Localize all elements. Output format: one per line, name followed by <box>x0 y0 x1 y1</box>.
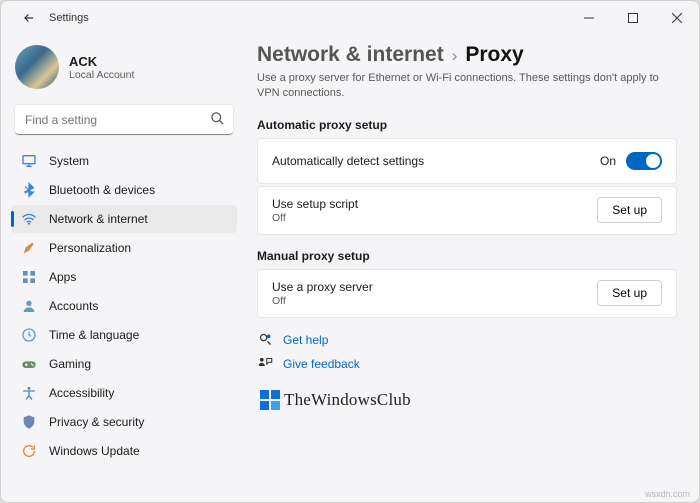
get-help-link[interactable]: Get help <box>257 332 677 348</box>
back-button[interactable] <box>15 4 43 32</box>
chevron-right-icon: › <box>452 46 458 66</box>
wifi-icon <box>21 211 37 227</box>
profile-name: ACK <box>69 54 134 69</box>
sidebar-item-label: System <box>49 154 89 168</box>
auto-detect-card[interactable]: Automatically detect settings On <box>257 138 677 184</box>
main-content: Network & internet › Proxy Use a proxy s… <box>247 35 699 502</box>
get-help-text: Get help <box>283 333 328 347</box>
sidebar-item-accounts[interactable]: Accounts <box>11 292 237 320</box>
settings-window: Settings ACK Local Account <box>0 0 700 503</box>
sidebar-item-accessibility[interactable]: Accessibility <box>11 379 237 407</box>
auto-proxy-group: Automatically detect settings On Use set… <box>257 138 677 235</box>
sidebar-item-label: Apps <box>49 270 76 284</box>
bluetooth-icon <box>21 182 37 198</box>
proxy-server-card[interactable]: Use a proxy server Off Set up <box>257 269 677 318</box>
sidebar-item-network-internet[interactable]: Network & internet <box>11 205 237 233</box>
sidebar: ACK Local Account System Bluetooth & devi… <box>1 35 247 502</box>
manual-proxy-group: Use a proxy server Off Set up <box>257 269 677 318</box>
help-links: Get help Give feedback <box>257 332 677 372</box>
update-icon <box>21 443 37 459</box>
arrow-left-icon <box>22 11 36 25</box>
source-attribution: wsxdn.com <box>645 489 690 499</box>
accessibility-icon <box>21 385 37 401</box>
breadcrumb-parent[interactable]: Network & internet <box>257 43 444 67</box>
page-description: Use a proxy server for Ethernet or Wi-Fi… <box>257 71 677 102</box>
gaming-icon <box>21 356 37 372</box>
sidebar-item-label: Bluetooth & devices <box>49 183 155 197</box>
give-feedback-text: Give feedback <box>283 357 360 371</box>
apps-icon <box>21 269 37 285</box>
sidebar-item-personalization[interactable]: Personalization <box>11 234 237 262</box>
setup-script-card[interactable]: Use setup script Off Set up <box>257 186 677 235</box>
auto-detect-label: Automatically detect settings <box>272 154 424 168</box>
close-button[interactable] <box>655 3 699 33</box>
setup-script-status: Off <box>272 212 358 224</box>
window-title: Settings <box>49 12 89 24</box>
setup-script-button[interactable]: Set up <box>597 197 662 223</box>
profile-account-type: Local Account <box>69 69 134 81</box>
sidebar-item-bluetooth-devices[interactable]: Bluetooth & devices <box>11 176 237 204</box>
sidebar-item-label: Gaming <box>49 357 91 371</box>
avatar <box>15 45 59 89</box>
titlebar: Settings <box>1 1 699 35</box>
privacy-icon <box>21 414 37 430</box>
minimize-button[interactable] <box>567 3 611 33</box>
setup-script-label: Use setup script <box>272 197 358 211</box>
proxy-server-status: Off <box>272 295 373 307</box>
sidebar-nav: System Bluetooth & devices Network & inter… <box>5 147 243 465</box>
sidebar-item-label: Personalization <box>49 241 131 255</box>
proxy-server-button[interactable]: Set up <box>597 280 662 306</box>
search-input[interactable] <box>15 105 233 135</box>
window-controls <box>567 3 699 33</box>
sidebar-item-time-language[interactable]: Time & language <box>11 321 237 349</box>
personalization-icon <box>21 240 37 256</box>
sidebar-item-label: Privacy & security <box>49 415 144 429</box>
system-icon <box>21 153 37 169</box>
sidebar-item-label: Windows Update <box>49 444 140 458</box>
sidebar-item-privacy-security[interactable]: Privacy & security <box>11 408 237 436</box>
page-title: Proxy <box>465 43 523 67</box>
give-feedback-link[interactable]: Give feedback <box>257 356 677 372</box>
sidebar-item-apps[interactable]: Apps <box>11 263 237 291</box>
feedback-icon <box>257 356 273 372</box>
sidebar-item-label: Network & internet <box>49 212 148 226</box>
sidebar-item-label: Accounts <box>49 299 98 313</box>
search-box <box>15 105 233 135</box>
accounts-icon <box>21 298 37 314</box>
maximize-button[interactable] <box>611 3 655 33</box>
auto-detect-toggle[interactable] <box>626 152 662 170</box>
proxy-server-label: Use a proxy server <box>272 280 373 294</box>
breadcrumb: Network & internet › Proxy <box>257 43 677 67</box>
section-title-auto: Automatic proxy setup <box>257 118 677 132</box>
profile-block[interactable]: ACK Local Account <box>5 39 243 99</box>
sidebar-item-gaming[interactable]: Gaming <box>11 350 237 378</box>
toggle-state-label: On <box>600 154 616 168</box>
sidebar-item-label: Accessibility <box>49 386 114 400</box>
time-language-icon <box>21 327 37 343</box>
search-icon <box>210 111 225 129</box>
sidebar-item-windows-update[interactable]: Windows Update <box>11 437 237 465</box>
section-title-manual: Manual proxy setup <box>257 249 677 263</box>
help-icon <box>257 332 273 348</box>
sidebar-item-system[interactable]: System <box>11 147 237 175</box>
sidebar-item-label: Time & language <box>49 328 139 342</box>
